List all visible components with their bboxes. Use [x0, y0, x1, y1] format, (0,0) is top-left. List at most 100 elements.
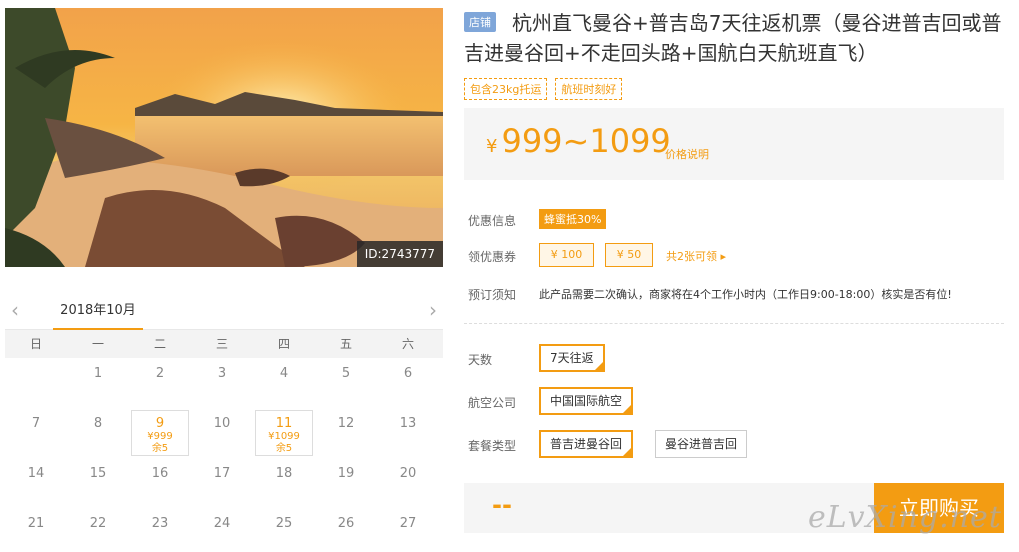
calendar-day: 3 — [191, 358, 253, 408]
photo-id-label: ID:2743777 — [356, 241, 443, 267]
day-number: 17 — [213, 466, 231, 481]
weekday-label: 五 — [339, 337, 352, 351]
weekday-label: 日 — [29, 337, 42, 351]
days-option-selected[interactable]: 7天往返 — [539, 344, 605, 372]
day-remaining: 余5 — [275, 443, 293, 454]
promo-badge: 蜂蜜抵30% — [539, 209, 607, 229]
calendar-day: 1 — [67, 358, 129, 408]
day-number: 19 — [337, 466, 355, 481]
chevron-left-icon[interactable]: ‹ — [11, 298, 19, 322]
calendar-day: 20 — [377, 458, 439, 508]
day-number: 16 — [151, 466, 169, 481]
day-number: 2 — [155, 366, 165, 381]
package-option[interactable]: 曼谷进普吉回 — [655, 430, 748, 458]
calendar-day: 5 — [315, 358, 377, 408]
calendar-day: 17 — [191, 458, 253, 508]
weekday-label: 六 — [401, 337, 414, 351]
weekday-label: 二 — [153, 337, 166, 351]
day-number: 9 — [155, 416, 165, 431]
product-title: 杭州直飞曼谷+普吉岛7天往返机票（曼谷进普吉回或普吉进曼谷回+不走回头路+国航白… — [464, 11, 1002, 65]
price-note-link[interactable]: 价格说明 — [665, 146, 709, 162]
calendar-day: 18 — [253, 458, 315, 508]
day-number: 23 — [151, 516, 169, 531]
day-number: 13 — [399, 416, 417, 431]
days-label: 天数 — [468, 353, 493, 367]
day-number: 11 — [275, 416, 293, 431]
calendar-day: 7 — [5, 408, 67, 458]
weekday-label: 一 — [91, 337, 104, 351]
day-number: 5 — [341, 366, 351, 381]
currency-symbol: ¥ — [486, 136, 498, 157]
calendar-day — [5, 358, 67, 408]
calendar-day: 14 — [5, 458, 67, 508]
shop-badge[interactable]: 店铺 — [464, 12, 496, 32]
section-divider — [464, 323, 1004, 324]
price-range: 999~1099 — [501, 122, 671, 160]
calendar-day: 6 — [377, 358, 439, 408]
package-option-selected[interactable]: 普吉进曼谷回 — [539, 430, 634, 458]
day-number: 18 — [275, 466, 293, 481]
package-label: 套餐类型 — [468, 439, 517, 453]
coupon-label: 领优惠券 — [468, 250, 517, 264]
feature-tag: 包含23kg托运 — [464, 78, 548, 100]
coupon-50[interactable]: ¥ 50 — [605, 243, 653, 267]
calendar-day: 15 — [67, 458, 129, 508]
feature-tags: 包含23kg托运 航班时刻好 — [464, 78, 623, 100]
airline-label: 航空公司 — [468, 396, 517, 410]
calendar-day-available[interactable]: 9 ¥999 余5 — [129, 408, 191, 458]
day-number: 22 — [89, 516, 107, 531]
calendar-grid: 1 2 3 4 5 6 7 8 9 ¥999 余5 10 11 ¥1099 余5… — [5, 358, 443, 552]
day-number: 21 — [27, 516, 45, 531]
calendar-day: 23 — [129, 508, 191, 552]
calendar-day: 2 — [129, 358, 191, 408]
day-number: 25 — [275, 516, 293, 531]
day-number: 12 — [337, 416, 355, 431]
calendar-day: 8 — [67, 408, 129, 458]
calendar-weekday-header: 日 一 二 三 四 五 六 — [5, 330, 443, 358]
day-number: 24 — [213, 516, 231, 531]
day-number: 8 — [93, 416, 103, 431]
day-number: 20 — [399, 466, 417, 481]
day-number: 10 — [213, 416, 231, 431]
calendar-day: 24 — [191, 508, 253, 552]
promo-label: 优惠信息 — [468, 214, 517, 228]
calendar-day: 12 — [315, 408, 377, 458]
calendar-day: 16 — [129, 458, 191, 508]
calendar-day: 26 — [315, 508, 377, 552]
notice-label: 预订须知 — [468, 288, 517, 302]
day-price: ¥1099 — [268, 431, 300, 442]
calendar-day-available[interactable]: 11 ¥1099 余5 — [253, 408, 315, 458]
day-number: 26 — [337, 516, 355, 531]
beach-sunset-image — [5, 8, 443, 267]
airline-option-selected[interactable]: 中国国际航空 — [539, 387, 634, 415]
day-number: 6 — [403, 366, 413, 381]
calendar-day: 19 — [315, 458, 377, 508]
calendar-day: 21 — [5, 508, 67, 552]
chevron-right-icon[interactable]: › — [429, 298, 437, 322]
coupon-100[interactable]: ¥ 100 — [539, 243, 594, 267]
day-price: ¥999 — [147, 431, 173, 442]
calendar-day: 13 — [377, 408, 439, 458]
feature-tag: 航班时刻好 — [555, 78, 623, 100]
day-number: 15 — [89, 466, 107, 481]
day-number: 3 — [217, 366, 227, 381]
calendar-day: 22 — [67, 508, 129, 552]
day-remaining: 余5 — [151, 443, 169, 454]
total-price: -- — [492, 491, 512, 519]
weekday-label: 四 — [277, 337, 290, 351]
calendar-day: 10 — [191, 408, 253, 458]
coupon-more-link[interactable]: 共2张可领 ▸ — [666, 248, 726, 264]
watermark-logo: eLvXing.net — [808, 500, 1002, 535]
calendar-nav: ‹ 2018年10月 › — [5, 292, 443, 330]
day-number: 7 — [31, 416, 41, 431]
calendar-day: 4 — [253, 358, 315, 408]
price-display: ¥999~1099 — [486, 122, 671, 160]
date-calendar: ‹ 2018年10月 › 日 一 二 三 四 五 六 1 2 3 4 5 6 7… — [5, 292, 443, 552]
day-number: 4 — [279, 366, 289, 381]
day-number: 14 — [27, 466, 45, 481]
day-number: 1 — [93, 366, 103, 381]
day-number: 27 — [399, 516, 417, 531]
calendar-month-tab[interactable]: 2018年10月 — [53, 292, 143, 330]
product-photo: ID:2743777 — [5, 8, 443, 267]
weekday-label: 三 — [215, 337, 228, 351]
